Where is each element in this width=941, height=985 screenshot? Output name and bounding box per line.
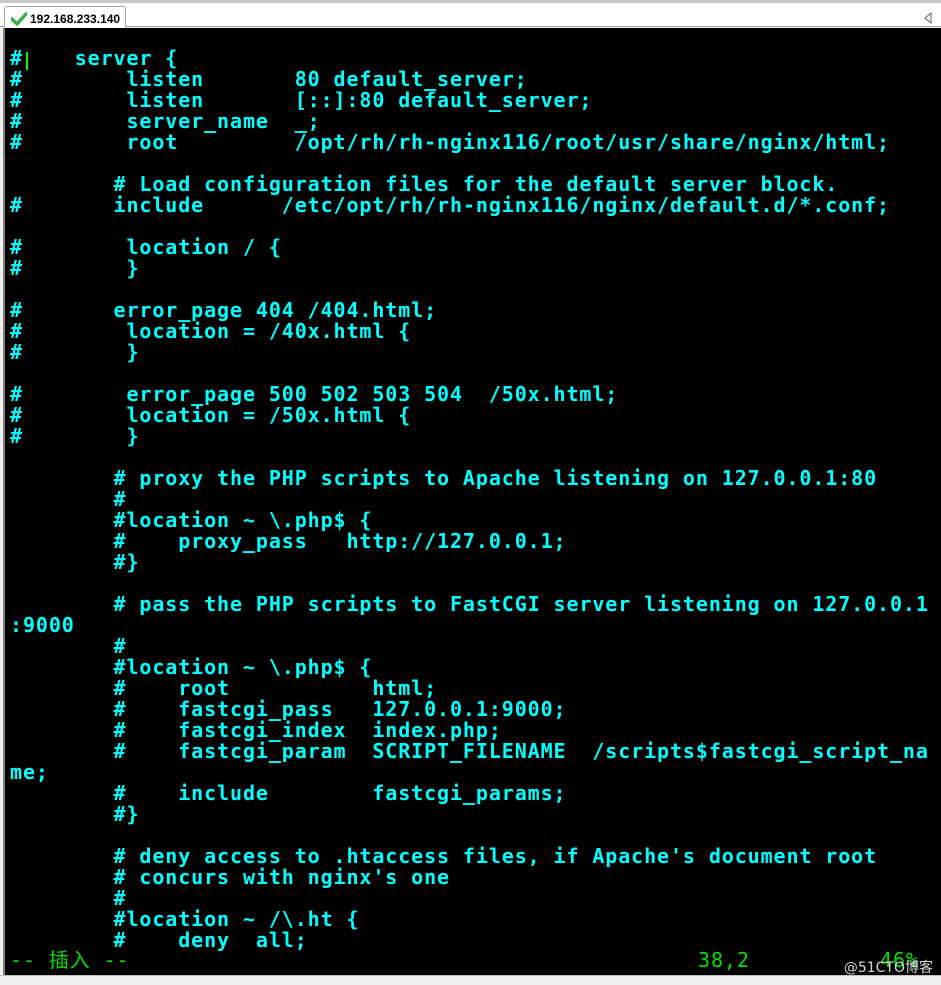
tab-bar: 192.168.233.140	[0, 0, 941, 30]
terminal-line: #	[10, 487, 127, 511]
watermark: @51CTO博客	[843, 960, 933, 975]
check-icon	[11, 11, 27, 26]
terminal-line: me;	[10, 760, 49, 784]
terminal-line: :9000	[10, 613, 75, 637]
terminal-line: # Load configuration files for the defau…	[10, 172, 839, 196]
terminal-line: #	[10, 886, 127, 910]
terminal-line: # listen [::]:80 default_server;	[10, 88, 593, 112]
terminal-line: # fastcgi_pass 127.0.0.1:9000;	[10, 697, 567, 721]
session-tab[interactable]: 192.168.233.140	[4, 6, 126, 30]
cursor-position: 38,2	[698, 948, 750, 972]
terminal-line: # listen 80 default_server;	[10, 67, 528, 91]
terminal-line: #}	[10, 550, 140, 574]
terminal-line: #location ~ \.php$ {	[10, 508, 373, 532]
terminal-line: # }	[10, 256, 140, 280]
terminal-line: # include fastcgi_params;	[10, 781, 567, 805]
terminal-line: # root html;	[10, 676, 438, 700]
vim-mode-indicator: -- 插入 --	[10, 948, 130, 972]
terminal-line: # fastcgi_param SCRIPT_FILENAME /scripts…	[10, 739, 929, 763]
terminal-line: # proxy the PHP scripts to Apache listen…	[10, 466, 878, 490]
terminal-line: # deny access to .htaccess files, if Apa…	[10, 844, 878, 868]
terminal-line: #}	[10, 802, 140, 826]
text-cursor	[26, 52, 28, 70]
terminal-line: # location = /50x.html {	[10, 403, 412, 427]
terminal-line: # include /etc/opt/rh/rh-nginx116/nginx/…	[10, 193, 890, 217]
terminal-line: # server_name _;	[10, 109, 321, 133]
session-tab-title: 192.168.233.140	[30, 11, 121, 26]
terminal-line: # pass the PHP scripts to FastCGI server…	[10, 592, 929, 616]
tab-scroll-left-icon[interactable]	[924, 12, 932, 24]
terminal-line: # }	[10, 424, 140, 448]
terminal-line: # proxy_pass http://127.0.0.1;	[10, 529, 567, 553]
terminal-screen[interactable]: # deny all; #location ~ /\.ht { # # conc…	[3, 28, 941, 975]
terminal-line: # error_page 500 502 503 504 /50x.html;	[10, 382, 619, 406]
terminal-line: #location ~ \.php$ {	[10, 655, 373, 679]
terminal-line: # location / {	[10, 235, 282, 259]
terminal-line: # server {	[10, 46, 179, 70]
terminal-line: # error_page 404 /404.html;	[10, 298, 438, 322]
terminal-line: # root /opt/rh/rh-nginx116/root/usr/shar…	[10, 130, 890, 154]
terminal-line: # fastcgi_index index.php;	[10, 718, 502, 742]
terminal-line: # location = /40x.html {	[10, 319, 412, 343]
terminal-line: # }	[10, 340, 140, 364]
terminal-line: # concurs with nginx's one	[10, 865, 450, 889]
terminal-line: #location ~ /\.ht {	[10, 907, 360, 931]
bottom-bar	[0, 975, 941, 985]
terminal-line: #	[10, 634, 127, 658]
